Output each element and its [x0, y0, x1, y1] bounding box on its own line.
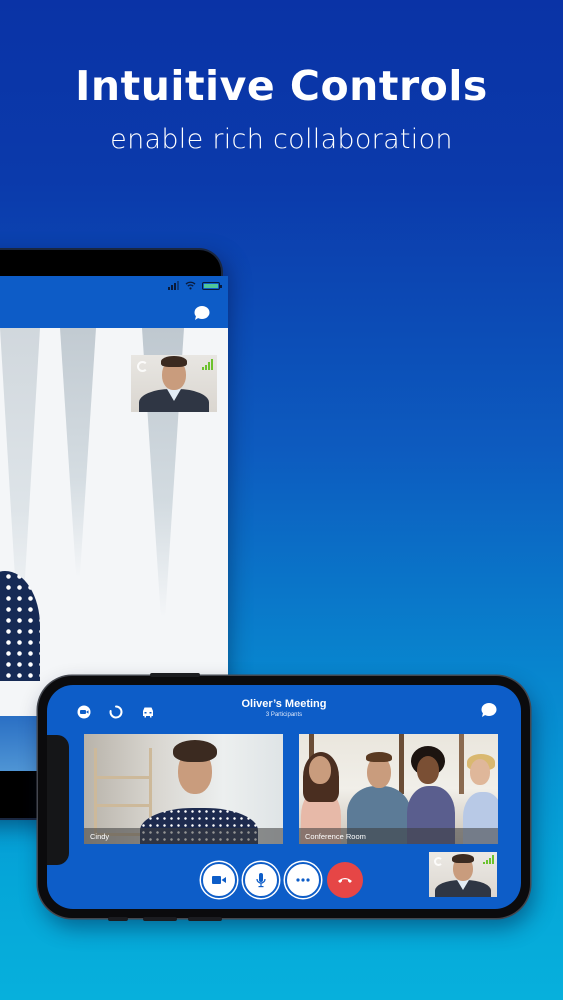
tile-label: Conference Room [299, 828, 498, 844]
video-tile-conference-room[interactable]: Conference Room [299, 734, 498, 844]
hang-up-icon [338, 878, 352, 883]
ceiling-light [60, 328, 96, 578]
more-options-button[interactable] [285, 862, 321, 898]
phone-device: Oliver’s Meeting 3 Participants Cindy Co… [38, 673, 530, 921]
phone-notch [47, 735, 69, 865]
volume-button [108, 917, 128, 921]
phone-screen: Oliver’s Meeting 3 Participants Cindy Co… [47, 685, 521, 909]
tablet-top-bar [0, 276, 228, 328]
battery-icon [202, 281, 222, 290]
status-bar [168, 280, 222, 290]
power-button [188, 917, 222, 921]
mute-button[interactable] [243, 862, 279, 898]
chat-bubble-icon[interactable] [194, 306, 210, 320]
side-button [150, 673, 200, 677]
video-tile-cindy[interactable]: Cindy [84, 734, 283, 844]
video-button[interactable] [201, 862, 237, 898]
tile-label: Cindy [84, 828, 283, 844]
wifi-icon [185, 281, 196, 290]
network-signal-icon [202, 359, 213, 370]
end-call-button[interactable] [327, 862, 363, 898]
participant-shirt [0, 571, 40, 681]
microphone-icon [256, 873, 266, 888]
tablet-self-view[interactable] [131, 355, 217, 412]
switch-camera-icon[interactable] [137, 361, 148, 372]
meeting-title: Oliver’s Meeting [241, 698, 327, 710]
more-options-icon [296, 878, 310, 882]
participant-count[interactable]: 3 Participants [47, 712, 521, 718]
hero-subtitle: enable rich collaboration [110, 124, 453, 155]
switch-camera-icon[interactable] [434, 857, 443, 866]
chat-bubble-icon[interactable] [481, 703, 497, 717]
volume-button [143, 917, 177, 921]
phone-self-view[interactable] [429, 852, 497, 897]
network-signal-icon [483, 855, 494, 864]
cellular-signal-icon [168, 280, 179, 290]
video-camera-icon [212, 876, 226, 884]
hero-title: Intuitive Controls [75, 62, 488, 110]
